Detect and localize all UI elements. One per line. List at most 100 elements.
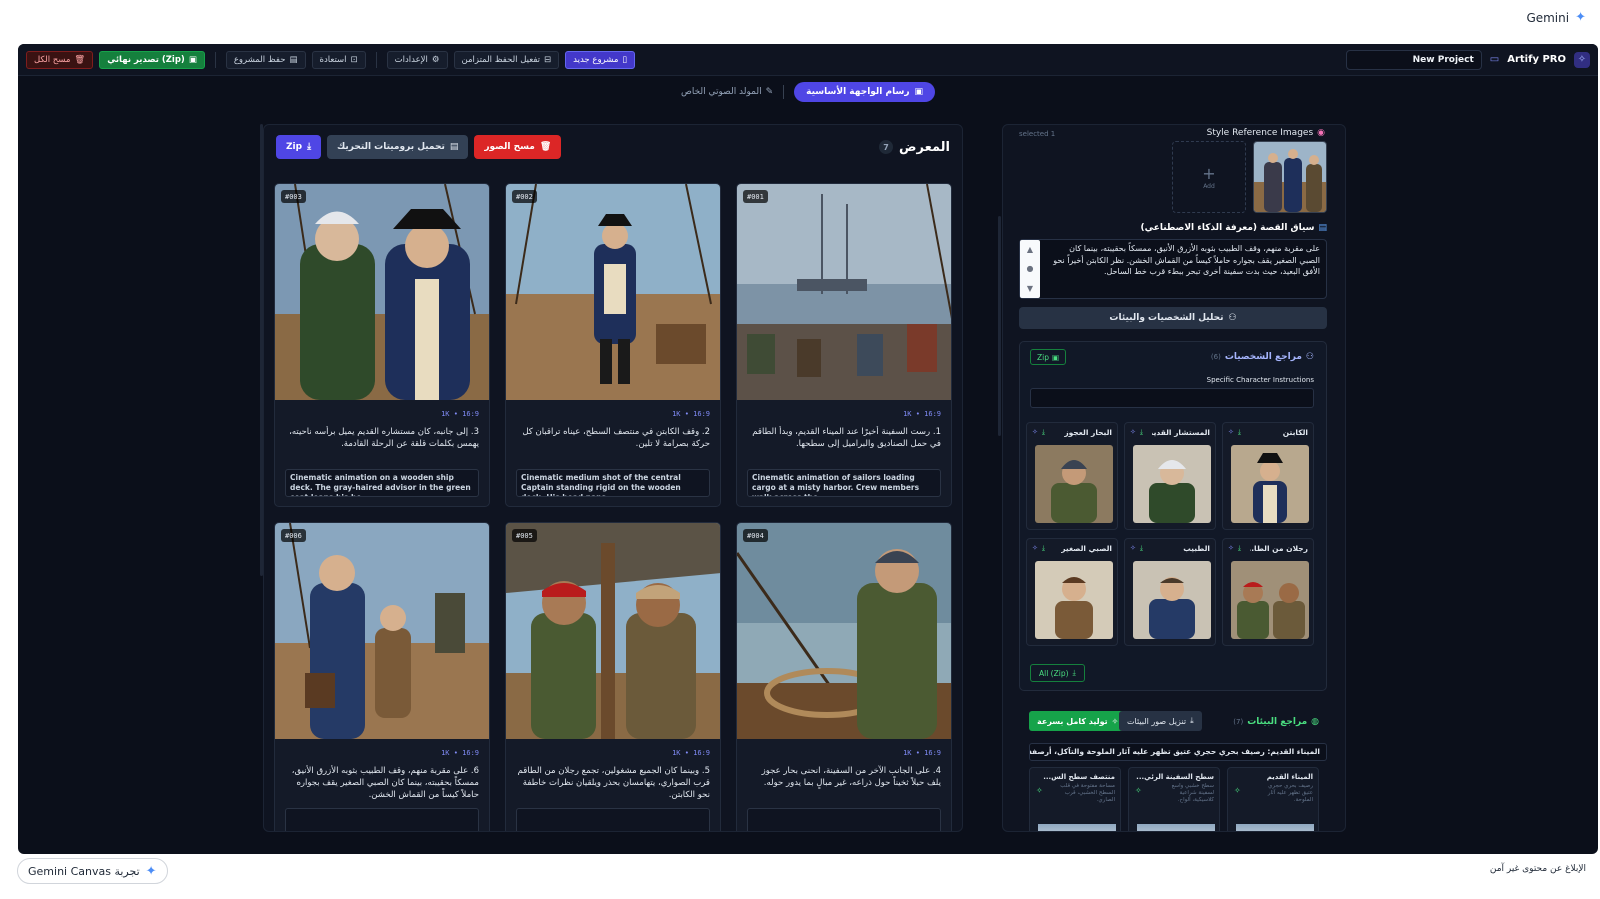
- magic-icon[interactable]: ✧: [1228, 428, 1234, 437]
- environment-thumb[interactable]: [1038, 824, 1116, 831]
- download-icon: ⤓: [1072, 668, 1076, 677]
- character-card[interactable]: المستشار القديم ✧ ⤓: [1124, 422, 1216, 530]
- environment-card[interactable]: سطح السفينة الرئي... سطح خشبي واسع لسفين…: [1128, 767, 1220, 831]
- character-actions: ✧ ⤓: [1130, 428, 1143, 437]
- card-image[interactable]: [275, 184, 489, 400]
- environment-thumb[interactable]: [1137, 824, 1215, 831]
- gallery-card[interactable]: #005 1K • 16:9 5. وبينما كان الجميع مشغو…: [505, 522, 721, 831]
- download-icon[interactable]: ⤓: [1140, 544, 1143, 553]
- tab-voice-generator[interactable]: المولد الصوتي الخاص ✎: [681, 87, 773, 97]
- scroll-up-icon[interactable]: ▲: [1027, 245, 1033, 254]
- card-prompt[interactable]: Cinematic animation of sailors loading c…: [747, 469, 941, 497]
- card-prompt[interactable]: Cinematic medium shot of the central Cap…: [516, 469, 710, 497]
- card-image[interactable]: [275, 523, 489, 739]
- characters-zip-button[interactable]: Zip ▣: [1030, 349, 1067, 365]
- character-portrait[interactable]: [1035, 561, 1113, 639]
- all-zip-button[interactable]: All (Zip) ⤓: [1030, 664, 1085, 682]
- download-icon[interactable]: ⤓: [1238, 544, 1241, 553]
- card-text[interactable]: 6. على مقربة منهم، وقف الطبيب بثوبه الأز…: [285, 765, 479, 801]
- character-actions: ✧ ⤓: [1130, 544, 1143, 553]
- scroll-down-icon[interactable]: ▼: [1027, 284, 1033, 293]
- download-icon[interactable]: ⤓: [1042, 544, 1045, 553]
- magic-icon[interactable]: ✧: [1135, 786, 1142, 795]
- magic-icon[interactable]: ✧: [1130, 428, 1136, 437]
- book-icon[interactable]: ▭: [1490, 54, 1499, 65]
- quick-generate-label: توليد كامل بسرعة: [1037, 716, 1108, 726]
- tab-main-painter[interactable]: رسام الواجهة الأساسية ▣: [794, 82, 936, 102]
- gallery-title: 7 المعرض: [879, 140, 950, 155]
- character-card[interactable]: البحار العجوز ✧ ⤓: [1026, 422, 1118, 530]
- download-environments-button[interactable]: تنزيل صور البيئات ⤓: [1119, 711, 1202, 731]
- card-image[interactable]: [506, 184, 720, 400]
- final-export-button[interactable]: تصدير نهائي (Zip) ▣: [99, 50, 205, 69]
- card-text[interactable]: 2. وقف الكابتن في منتصف السطح، عيناه ترا…: [516, 426, 710, 462]
- clear-images-button[interactable]: مسح الصور 🗑: [474, 135, 562, 159]
- settings-button[interactable]: الإعدادات ⚙: [386, 50, 448, 69]
- environment-card[interactable]: منتصف سطح الس... مساحة مفتوحة في قلب الس…: [1029, 767, 1121, 831]
- restore-button[interactable]: استعادة ⊡: [311, 50, 366, 69]
- report-unsafe-link[interactable]: الإبلاغ عن محتوى غير آمن: [1490, 864, 1586, 874]
- project-name-input[interactable]: New Project: [1345, 49, 1482, 70]
- character-portrait[interactable]: [1231, 561, 1309, 639]
- character-portrait[interactable]: [1133, 561, 1211, 639]
- story-context-textarea[interactable]: على مقربة منهم، وقف الطبيب بثوبه الأزرق …: [1019, 239, 1327, 299]
- magic-icon[interactable]: ✧: [1130, 544, 1136, 553]
- magic-icon[interactable]: ✧: [1234, 786, 1241, 795]
- character-portrait[interactable]: [1133, 445, 1211, 523]
- character-name: المستشار القديم: [1152, 428, 1210, 437]
- card-text[interactable]: 5. وبينما كان الجميع مشغولين، تجمع رجلان…: [516, 765, 710, 801]
- add-reference-button[interactable]: + Add: [1172, 141, 1246, 213]
- card-image[interactable]: [737, 184, 951, 400]
- character-references-label: مراجع الشخصيات: [1224, 352, 1302, 362]
- environment-input[interactable]: الميناء القديم: رصيف بحري حجري عتيق تظهر…: [1029, 743, 1327, 761]
- scroll-thumb[interactable]: ●: [1027, 264, 1034, 273]
- quick-generate-button[interactable]: توليد كامل بسرعة ✧: [1029, 711, 1127, 731]
- card-image[interactable]: [737, 523, 951, 739]
- character-actions: ✧ ⤓: [1032, 428, 1045, 437]
- clear-all-button[interactable]: مسح الكل 🗑: [26, 50, 94, 69]
- gallery-card[interactable]: #003 1K • 16:9 3. إلى جانبه، كان مستشاره…: [274, 183, 490, 507]
- card-text[interactable]: 1. رست السفينة أخيرًا عند الميناء القديم…: [747, 426, 941, 462]
- environment-card[interactable]: الميناء القديم رصيف بحري حجري عتيق تظهر …: [1227, 767, 1319, 831]
- card-prompt[interactable]: Cinematic animation on a wooden ship dec…: [285, 469, 479, 497]
- save-project-button[interactable]: حفظ المشروع ▤: [225, 50, 306, 69]
- gemini-canvas-pill[interactable]: Gemini Canvas تجربة ✦: [17, 858, 168, 884]
- character-portrait[interactable]: [1231, 445, 1309, 523]
- gallery-card[interactable]: #001 1K • 16:9 1. رست السفينة أخيرًا عند…: [736, 183, 952, 507]
- gallery-card[interactable]: #002 1K • 16:9 2. وقف الكابتن في منتصف ا…: [505, 183, 721, 507]
- download-icon[interactable]: ⤓: [1042, 428, 1045, 437]
- character-portrait[interactable]: [1035, 445, 1113, 523]
- character-card[interactable]: الطبيب ✧ ⤓: [1124, 538, 1216, 646]
- character-card[interactable]: الصبي الصغير ✧ ⤓: [1026, 538, 1118, 646]
- character-instructions-input[interactable]: [1030, 388, 1314, 408]
- analyze-characters-button[interactable]: تحليل الشخصيات والبيئات ⚇: [1019, 307, 1327, 329]
- sync-save-button[interactable]: تفعيل الحفظ المتزامن ⊟: [453, 50, 560, 69]
- card-prompt[interactable]: [285, 808, 479, 831]
- download-icon[interactable]: ⤓: [1140, 428, 1143, 437]
- download-icon[interactable]: ⤓: [1238, 428, 1241, 437]
- character-card[interactable]: رجلان من الطا... ✧ ⤓: [1222, 538, 1314, 646]
- magic-icon[interactable]: ✧: [1032, 544, 1038, 553]
- gallery-zip-button[interactable]: Zip ⤓: [276, 135, 322, 159]
- new-project-button[interactable]: مشروع جديد ▯: [565, 50, 636, 69]
- card-prompt[interactable]: [747, 808, 941, 831]
- card-prompt[interactable]: [516, 808, 710, 831]
- magic-icon[interactable]: ✧: [1036, 786, 1043, 795]
- card-text[interactable]: 4. على الجانب الآخر من السفينة، انحنى بح…: [747, 765, 941, 801]
- gallery-card[interactable]: #006 1K • 16:9 6. على مقربة منهم، وقف ال…: [274, 522, 490, 831]
- archive-icon: ▣: [188, 54, 197, 65]
- right-panel-scrollbar[interactable]: [998, 216, 1001, 436]
- style-reference-label: Style Reference Images: [1206, 128, 1314, 138]
- gemini-brand[interactable]: Gemini ✦: [1526, 10, 1586, 25]
- user-icon: ⚇: [1305, 352, 1314, 362]
- card-text[interactable]: 3. إلى جانبه، كان مستشاره القديم يميل بر…: [285, 426, 479, 462]
- magic-icon[interactable]: ✧: [1032, 428, 1038, 437]
- download-prompts-button[interactable]: تحميل بروميتات التحريك ▤: [327, 135, 469, 159]
- card-image[interactable]: [506, 523, 720, 739]
- environment-thumb[interactable]: [1236, 824, 1314, 831]
- story-scrollbar[interactable]: ▲ ● ▼: [1020, 240, 1040, 298]
- gallery-card[interactable]: #004 1K • 16:9 4. على الجانب الآخر من ال…: [736, 522, 952, 831]
- character-card[interactable]: الكابتن ✧ ⤓: [1222, 422, 1314, 530]
- reference-image-thumb[interactable]: [1253, 141, 1327, 213]
- magic-icon[interactable]: ✧: [1228, 544, 1234, 553]
